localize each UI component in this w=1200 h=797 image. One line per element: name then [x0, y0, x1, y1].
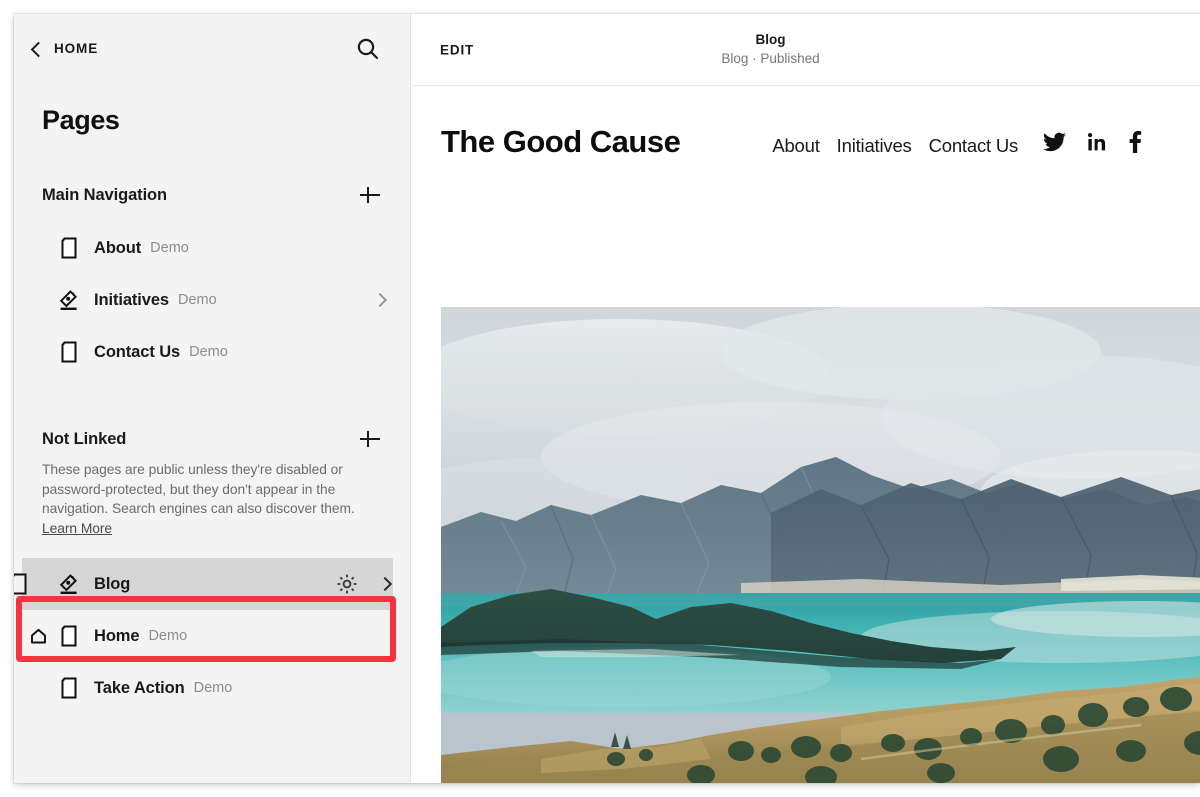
plus-icon-main-navigation[interactable]: [358, 183, 382, 207]
preview-title-group: Blog Blog · Published: [721, 31, 819, 68]
page-document-icon: [58, 624, 80, 648]
site-navigation: About Initiatives Contact Us: [772, 135, 1018, 157]
sidebar-item-label: Home: [94, 626, 140, 645]
sidebar-item-label: Blog: [94, 574, 131, 593]
drag-handle-partial-icon: [14, 572, 30, 596]
not-linked-description: These pages are public unless they're di…: [14, 456, 410, 538]
search-icon[interactable]: [355, 36, 381, 62]
sidebar-item-contact-us[interactable]: Contact Us Demo: [14, 326, 410, 378]
sidebar-item-label: About: [94, 238, 142, 257]
preview-page-title: Blog: [755, 32, 786, 47]
back-to-home-button[interactable]: HOME: [29, 41, 98, 56]
sidebar-item-take-action[interactable]: Take Action Demo: [14, 662, 410, 714]
sidebar-item-badge: Demo: [189, 344, 228, 360]
sidebar-item-label: Contact Us: [94, 342, 181, 361]
hero-image: [441, 307, 1200, 783]
home-house-icon: [30, 628, 47, 645]
sidebar-item-label: Initiatives: [94, 290, 170, 309]
blog-row-container: Blog: [14, 558, 410, 610]
page-document-icon: [58, 236, 80, 260]
site-nav-about[interactable]: About: [772, 135, 820, 157]
sidebar-item-badge: Demo: [150, 240, 189, 256]
chevron-right-icon[interactable]: [372, 292, 388, 308]
application-window: HOME Pages Main Navigation About Demo In…: [14, 14, 1200, 783]
chevron-left-icon: [29, 42, 43, 56]
not-linked-description-text: These pages are public unless they're di…: [42, 462, 355, 516]
section-header-not-linked: Not Linked: [14, 422, 410, 456]
not-linked-page-list: Home Demo Take Action Demo: [14, 610, 410, 714]
plus-icon-not-linked[interactable]: [358, 427, 382, 451]
sidebar-item-badge: Demo: [148, 628, 188, 644]
site-nav-initiatives[interactable]: Initiatives: [837, 135, 912, 157]
page-title: Pages: [42, 105, 120, 135]
preview-page-status: Blog · Published: [721, 51, 820, 66]
sidebar-item-badge: Demo: [178, 292, 217, 308]
site-canvas: The Good Cause About Initiatives Contact…: [411, 86, 1200, 783]
edit-button[interactable]: EDIT: [440, 42, 474, 57]
sidebar-header: HOME: [14, 14, 410, 83]
chevron-right-icon[interactable]: [377, 576, 393, 592]
sidebar-item-home[interactable]: Home Demo: [14, 610, 410, 662]
site-header: The Good Cause About Initiatives Contact…: [411, 86, 1200, 196]
app-root: HOME Pages Main Navigation About Demo In…: [0, 0, 1200, 797]
linkedin-icon[interactable]: [1087, 132, 1107, 157]
sidebar-item-label: Take Action: [94, 678, 185, 697]
section-title-not-linked: Not Linked: [42, 429, 127, 448]
pages-sidebar: HOME Pages Main Navigation About Demo In…: [14, 14, 411, 783]
sidebar-item-initiatives[interactable]: Initiatives Demo: [14, 274, 410, 326]
back-to-home-label: HOME: [54, 41, 99, 56]
section-header-main-navigation: Main Navigation: [14, 178, 410, 212]
sidebar-item-blog[interactable]: Blog: [14, 558, 393, 610]
facebook-icon[interactable]: [1128, 131, 1142, 158]
section-title-main-navigation: Main Navigation: [42, 185, 168, 204]
blog-pen-icon: [58, 572, 80, 596]
gear-icon[interactable]: [336, 573, 358, 595]
sidebar-item-about[interactable]: About Demo: [14, 222, 410, 274]
preview-toolbar: EDIT Blog Blog · Published: [411, 14, 1200, 86]
site-logo[interactable]: The Good Cause: [441, 124, 681, 160]
site-social-links: [1043, 131, 1142, 158]
blog-pen-icon: [58, 288, 80, 312]
learn-more-link[interactable]: Learn More: [42, 521, 112, 536]
twitter-icon[interactable]: [1043, 132, 1067, 157]
site-nav-contact-us[interactable]: Contact Us: [929, 135, 1019, 157]
sidebar-item-badge: Demo: [193, 680, 233, 696]
main-navigation-page-list: About Demo Initiatives Demo Contact Us D…: [14, 222, 410, 378]
page-document-icon: [58, 340, 80, 364]
page-document-icon: [58, 676, 80, 700]
site-preview-panel: EDIT Blog Blog · Published The Good Caus…: [411, 14, 1200, 783]
